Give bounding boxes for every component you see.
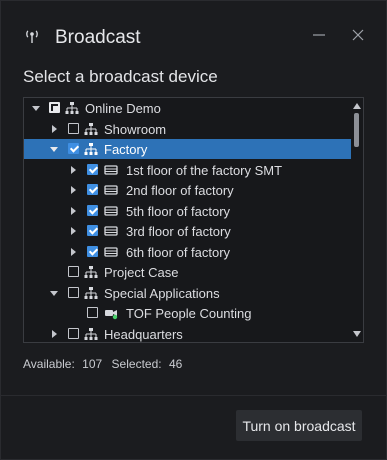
tree-item-3rd-floor[interactable]: 3rd floor of factory xyxy=(24,221,351,241)
device-icon xyxy=(104,247,118,257)
minimize-icon xyxy=(313,34,325,36)
tree-item-headquarters[interactable]: Headquarters xyxy=(24,324,351,342)
tree-item-label: Online Demo xyxy=(85,100,161,116)
checkbox[interactable] xyxy=(87,205,98,216)
chevron-right-icon[interactable] xyxy=(49,124,59,134)
broadcast-dialog: Broadcast Select a broadcast device Onli… xyxy=(0,0,387,460)
chevron-right-icon[interactable] xyxy=(68,185,78,195)
tree-item-label: Project Case xyxy=(104,264,179,280)
available-count: 107 xyxy=(82,357,103,371)
tree-item-project-case[interactable]: Project Case xyxy=(24,262,351,282)
checkbox[interactable] xyxy=(68,266,79,277)
checkbox[interactable] xyxy=(87,246,98,257)
selection-status: Available: 107 Selected: 46 xyxy=(23,357,186,371)
tree-item-1st-floor[interactable]: 1st floor of the factory SMT xyxy=(24,160,351,180)
title-bar: Broadcast xyxy=(1,1,386,69)
close-icon xyxy=(352,29,364,41)
tree-item-showroom[interactable]: Showroom xyxy=(24,119,351,139)
scroll-up-icon[interactable] xyxy=(353,102,361,110)
network-icon xyxy=(84,266,98,278)
close-button[interactable] xyxy=(346,23,370,47)
device-icon xyxy=(104,226,118,236)
checkbox[interactable] xyxy=(49,102,60,113)
tree-item-special-applications[interactable]: Special Applications xyxy=(24,283,351,303)
network-icon xyxy=(84,123,98,135)
tree-item-label: Showroom xyxy=(104,121,167,137)
chevron-down-icon[interactable] xyxy=(49,288,59,298)
chevron-right-icon[interactable] xyxy=(68,165,78,175)
tree-item-5th-floor[interactable]: 5th floor of factory xyxy=(24,201,351,221)
window-title: Broadcast xyxy=(55,27,141,48)
checkbox[interactable] xyxy=(87,225,98,236)
section-heading: Select a broadcast device xyxy=(23,67,218,86)
tree-item-6th-floor[interactable]: 6th floor of factory xyxy=(24,242,351,262)
checkbox[interactable] xyxy=(87,184,98,195)
network-icon xyxy=(84,287,98,299)
tree-item-label: 3rd floor of factory xyxy=(126,223,231,239)
camera-online-icon xyxy=(105,310,118,320)
tree-item-label: 2nd floor of factory xyxy=(126,182,234,198)
checkbox[interactable] xyxy=(68,123,79,134)
network-icon xyxy=(84,143,98,155)
footer-divider xyxy=(1,395,386,396)
network-icon xyxy=(65,102,79,114)
tree-scrollbar[interactable] xyxy=(351,98,363,342)
device-icon xyxy=(104,165,118,175)
chevron-right-icon[interactable] xyxy=(49,329,59,339)
tree-item-tof-people-counting[interactable]: TOF People Counting xyxy=(24,303,351,323)
selected-label: Selected: xyxy=(111,357,162,371)
tree-item-label: Headquarters xyxy=(104,326,183,342)
broadcast-icon xyxy=(26,30,38,43)
available-label: Available: xyxy=(23,357,75,371)
checkbox[interactable] xyxy=(68,328,79,339)
scroll-down-icon[interactable] xyxy=(353,330,361,338)
chevron-right-icon[interactable] xyxy=(68,226,78,236)
chevron-down-icon[interactable] xyxy=(49,144,59,154)
turn-on-broadcast-button[interactable]: Turn on broadcast xyxy=(236,410,362,441)
tree-item-label: TOF People Counting xyxy=(126,305,252,321)
network-icon xyxy=(84,328,98,340)
checkbox[interactable] xyxy=(87,307,98,318)
chevron-right-icon[interactable] xyxy=(68,206,78,216)
tree-item-online-demo[interactable]: Online Demo xyxy=(24,98,351,118)
selected-count: 46 xyxy=(168,357,183,371)
minimize-button[interactable] xyxy=(307,23,331,47)
tree-item-label: Factory xyxy=(104,141,148,157)
checkbox[interactable] xyxy=(68,143,79,154)
checkbox[interactable] xyxy=(87,164,98,175)
device-icon xyxy=(104,206,118,216)
device-tree[interactable]: Online Demo Showroom Factory 1st floor o… xyxy=(23,97,364,343)
checkbox[interactable] xyxy=(68,287,79,298)
chevron-right-icon[interactable] xyxy=(68,247,78,257)
tree-item-2nd-floor[interactable]: 2nd floor of factory xyxy=(24,180,351,200)
tree-item-factory[interactable]: Factory xyxy=(24,139,351,159)
tree-item-label: 6th floor of factory xyxy=(126,244,231,260)
scrollbar-thumb[interactable] xyxy=(354,113,359,147)
tree-item-label: Special Applications xyxy=(104,285,220,301)
device-icon xyxy=(104,185,118,195)
tree-item-label: 5th floor of factory xyxy=(126,203,231,219)
chevron-down-icon[interactable] xyxy=(31,103,41,113)
tree-item-label: 1st floor of the factory SMT xyxy=(126,162,283,178)
